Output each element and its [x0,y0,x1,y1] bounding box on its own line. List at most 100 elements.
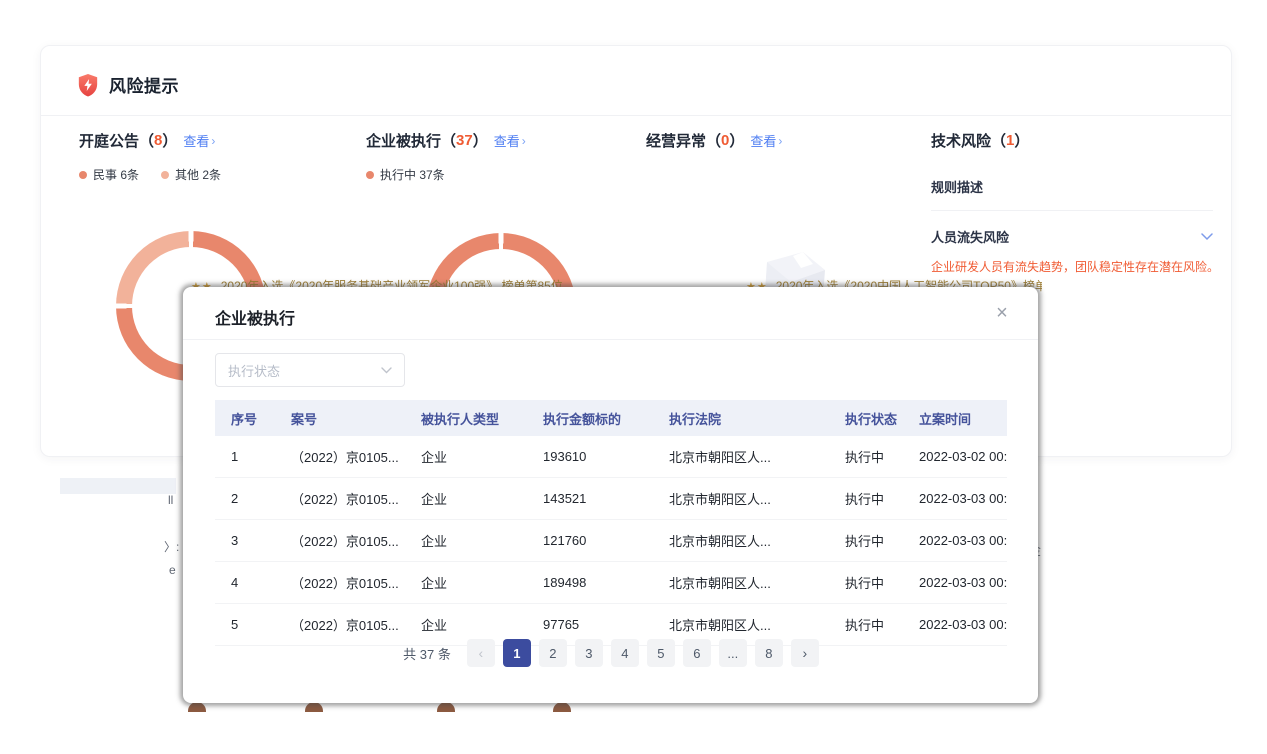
pagination-page-2[interactable]: 2 [539,639,567,667]
legend-item: 执行中 37条 [366,166,445,183]
pagination-ellipsis[interactable]: ... [719,639,747,667]
table-cell: 2022-03-03 00:0... [911,491,1007,506]
table-cell: 97765 [527,617,653,632]
table-header-row: 序号案号被执行人类型执行金额标的执行法院执行状态立案时间 [215,400,1007,436]
pagination-prev-icon[interactable]: ‹ [467,639,495,667]
legend-dot-icon [366,171,374,179]
chevron-right-icon: › [211,134,215,148]
occluded-donut-top [188,702,206,712]
table-header-cell: 被执行人类型 [405,409,527,428]
table-cell: 5 [215,617,275,632]
risk-description-text: 企业研发人员有流失趋势，团队稳定性存在潜在风险。 [931,258,1231,275]
table-header-cell: 序号 [215,409,275,428]
table-cell: 北京市朝阳区人... [653,531,829,550]
table-cell: 1 [215,449,275,464]
table-cell: 121760 [527,533,653,548]
legend-dot-icon [79,171,87,179]
table-cell: 执行中 [829,489,911,508]
view-link-label: 查看 [183,131,209,150]
table-cell: （2022）京0105... [275,531,405,550]
table-cell: 2022-03-02 00:0... [911,449,1007,464]
table-cell: 北京市朝阳区人... [653,447,829,466]
shield-alert-icon [77,73,99,97]
pagination-page-4[interactable]: 4 [611,639,639,667]
column-header-enforcement: 企业被执行 （ 37 ） 查看 › [366,130,526,151]
table-cell: 143521 [527,491,653,506]
table-cell: 企业 [405,447,527,466]
paren: （ [706,130,721,151]
paren: ） [162,130,177,151]
paren: ） [729,130,744,151]
table-cell: 2 [215,491,275,506]
table-cell: （2022）京0105... [275,447,405,466]
table-header-cell: 执行法院 [653,409,829,428]
chevron-down-icon[interactable] [1201,233,1213,241]
table-cell: 北京市朝阳区人... [653,489,829,508]
enforcement-table: 序号案号被执行人类型执行金额标的执行法院执行状态立案时间 1（2022）京010… [215,400,1007,646]
legend-item: 其他 2条 [161,166,221,183]
view-link-label: 查看 [750,131,776,150]
divider [183,339,1038,340]
table-cell: （2022）京0105... [275,489,405,508]
pagination-page-1[interactable]: 1 [503,639,531,667]
column-count: 8 [154,132,162,149]
pagination-page-3[interactable]: 3 [575,639,603,667]
table-cell: 企业 [405,573,527,592]
table-cell: 北京市朝阳区人... [653,573,829,592]
column-count: 37 [456,132,473,149]
table-cell: 北京市朝阳区人... [653,615,829,634]
chevron-right-icon: › [522,134,526,148]
table-cell: 企业 [405,489,527,508]
table-cell: 企业 [405,615,527,634]
column-label: 经营异常 [646,130,706,151]
table-row: 3（2022）京0105...企业121760北京市朝阳区人...执行中2022… [215,520,1007,562]
legend-court-announcements: 民事 6条 其他 2条 [79,166,221,183]
paren: （ [991,130,1006,151]
risk-item-title: 人员流失风险 [931,227,1009,246]
table-header-cell: 案号 [275,409,405,428]
table-cell: 执行中 [829,447,911,466]
table-cell: （2022）京0105... [275,573,405,592]
pagination: 共 37 条 ‹ 123456...8 › [215,639,1007,667]
view-link-court-announcements[interactable]: 查看 › [183,131,215,150]
column-label: 企业被执行 [366,130,441,151]
table-cell: 企业 [405,531,527,550]
pagination-page-5[interactable]: 5 [647,639,675,667]
pagination-next-icon[interactable]: › [791,639,819,667]
table-cell: 193610 [527,449,653,464]
select-placeholder: 执行状态 [228,361,280,380]
occluded-donut-top [305,702,323,712]
chevron-right-icon: › [778,134,782,148]
legend-enforcement: 执行中 37条 [366,166,445,183]
table-cell: 执行中 [829,573,911,592]
occluded-fragment: 〉: [164,538,179,555]
table-row: 4（2022）京0105...企业189498北京市朝阳区人...执行中2022… [215,562,1007,604]
rule-description-heading: 规则描述 [931,177,1221,196]
close-icon[interactable]: × [988,299,1016,327]
table-cell: 2022-03-03 00:0... [911,617,1007,632]
table-cell: 执行中 [829,531,911,550]
column-count: 1 [1006,132,1014,149]
column-header-operation-abnormal: 经营异常 （ 0 ） 查看 › [646,130,782,151]
occluded-fragment: ll [168,493,173,507]
column-header-tech-risk: 技术风险 （ 1 ） [931,130,1221,151]
view-link-operation-abnormal[interactable]: 查看 › [750,131,782,150]
execution-status-select[interactable]: 执行状态 [215,353,405,387]
table-cell: 4 [215,575,275,590]
paren: ） [473,130,488,151]
page: { "ui": { "paren_open": "（", "paren_clos… [0,0,1267,754]
pagination-pages: 123456... 8 [503,639,783,667]
column-count: 0 [721,132,729,149]
table-cell: 3 [215,533,275,548]
paren: （ [441,130,456,151]
pagination-page-6[interactable]: 6 [683,639,711,667]
occluded-background-band [60,478,176,494]
pagination-page-8[interactable]: 8 [755,639,783,667]
paren: （ [139,130,154,151]
view-link-label: 查看 [494,131,520,150]
chevron-down-icon [381,367,392,374]
table-cell: 执行中 [829,615,911,634]
legend-label: 执行中 37条 [380,166,445,183]
view-link-enforcement[interactable]: 查看 › [494,131,526,150]
tech-risk-column: 技术风险 （ 1 ） 规则描述 人员流失风险 企业研发人员有流失趋势，团队稳定性… [931,130,1221,275]
